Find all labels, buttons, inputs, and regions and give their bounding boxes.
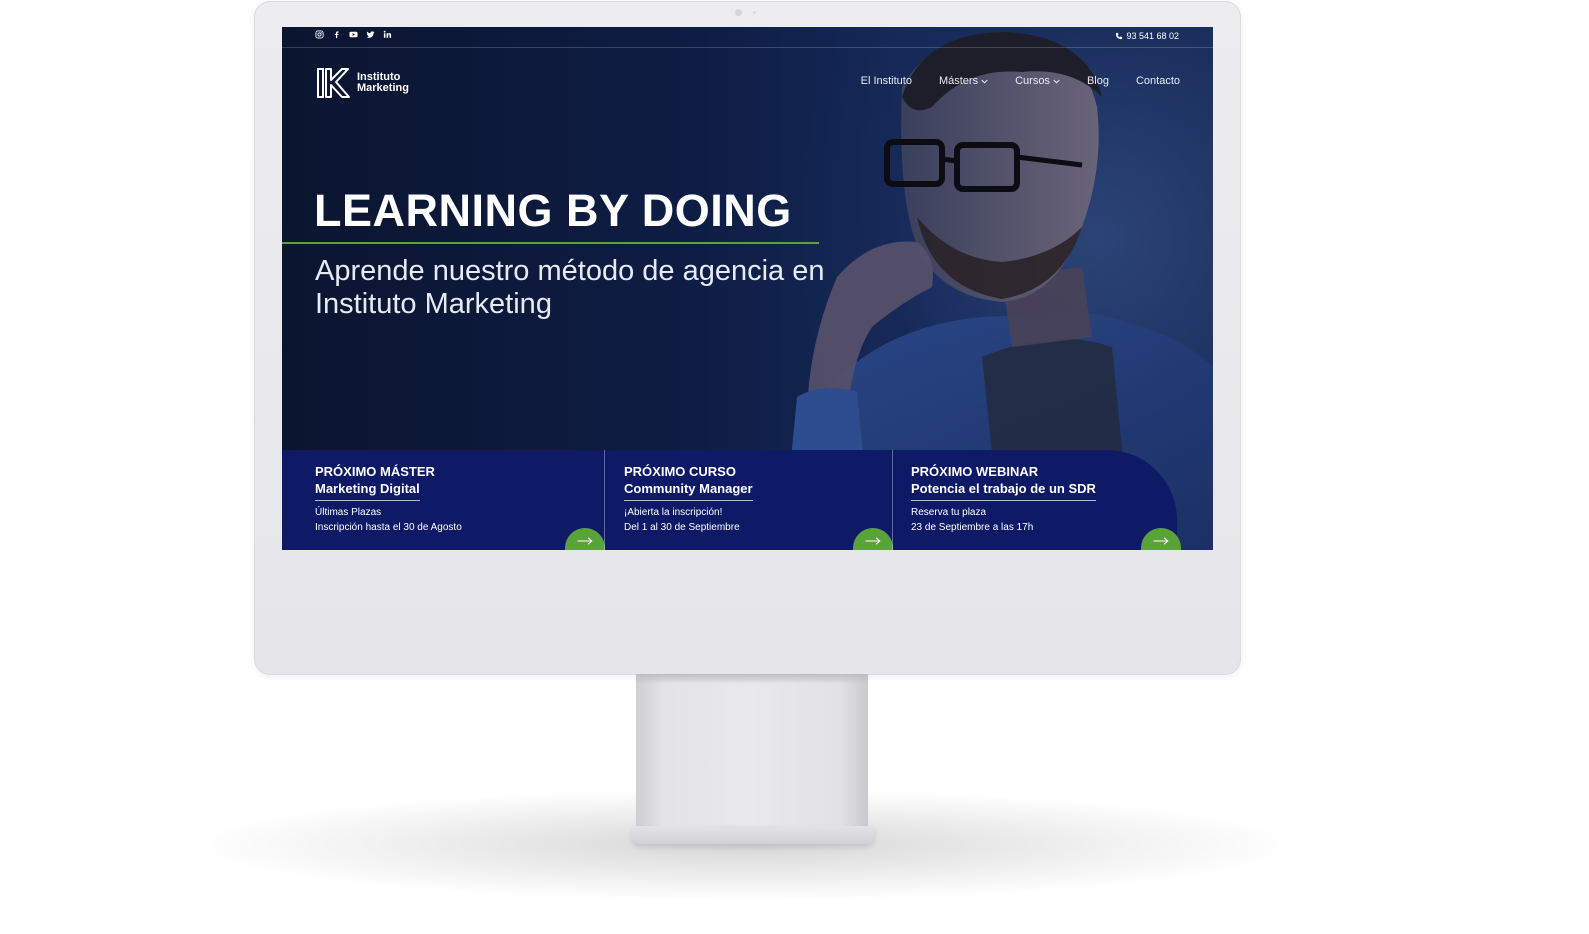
- card-eyebrow: PRÓXIMO WEBINAR: [911, 464, 1039, 479]
- hero-divider: [282, 242, 819, 244]
- logo-line-2: Marketing: [357, 82, 409, 94]
- arrow-right-icon: [865, 537, 881, 545]
- logo-mark-icon: [317, 68, 350, 98]
- card-detail: Del 1 al 30 de Septiembre: [624, 522, 740, 533]
- card-detail: ¡Abierta la inscripción!: [624, 507, 723, 518]
- card-title: Marketing Digital: [315, 481, 420, 501]
- card-title: Community Manager: [624, 481, 753, 501]
- card-detail: 23 de Septiembre a las 17h: [911, 522, 1034, 533]
- arrow-right-icon: [1153, 537, 1169, 545]
- site-logo[interactable]: Instituto Marketing: [315, 67, 409, 99]
- main-navigation: El Instituto Másters Cursos Blog Contact…: [861, 74, 1180, 88]
- nav-item-masters[interactable]: Másters: [939, 74, 988, 88]
- chevron-down-icon: [981, 79, 988, 84]
- linkedin-icon[interactable]: [383, 30, 392, 39]
- monitor-stand-base: [632, 826, 874, 844]
- nav-item-cursos[interactable]: Cursos: [1015, 74, 1060, 88]
- card-detail: Reserva tu plaza: [911, 507, 987, 518]
- arrow-right-icon: [577, 537, 593, 545]
- website-screen: 93 541 68 02 Instituto Marketing El Inst…: [282, 27, 1213, 550]
- instagram-icon[interactable]: [315, 30, 324, 39]
- card-next-webinar[interactable]: PRÓXIMO WEBINAR Potencia el trabajo de u…: [892, 450, 1213, 550]
- card-eyebrow: PRÓXIMO MÁSTER: [315, 464, 435, 479]
- logo-text: Instituto Marketing: [357, 72, 409, 94]
- social-links: [315, 30, 392, 39]
- card-title: Potencia el trabajo de un SDR: [911, 481, 1096, 501]
- upcoming-cards: PRÓXIMO MÁSTER Marketing Digital Últimas…: [282, 450, 1213, 550]
- card-next-course[interactable]: PRÓXIMO CURSO Community Manager ¡Abierta…: [604, 450, 893, 550]
- hero-title: LEARNING BY DOING: [314, 185, 792, 236]
- camera: [735, 9, 742, 16]
- top-bar: 93 541 68 02: [282, 27, 1213, 48]
- nav-label: Blog: [1086, 75, 1109, 87]
- nav-label: Cursos: [1015, 75, 1050, 87]
- card-next-master[interactable]: PRÓXIMO MÁSTER Marketing Digital Últimas…: [282, 450, 605, 550]
- nav-label: Másters: [938, 75, 979, 87]
- camera-sensor: [753, 11, 756, 14]
- nav-label: El Instituto: [860, 75, 912, 87]
- nav-label: Contacto: [1135, 75, 1180, 87]
- nav-item-contacto[interactable]: Contacto: [1136, 74, 1180, 88]
- card-arrow-button[interactable]: [853, 528, 893, 550]
- card-detail: Inscripción hasta el 30 de Agosto: [315, 522, 462, 533]
- youtube-icon[interactable]: [349, 30, 358, 39]
- monitor-stand: [636, 674, 868, 832]
- phone-contact[interactable]: 93 541 68 02: [1115, 30, 1179, 42]
- nav-item-blog[interactable]: Blog: [1087, 74, 1109, 88]
- nav-item-el-instituto[interactable]: El Instituto: [861, 74, 912, 88]
- phone-number: 93 541 68 02: [1126, 31, 1179, 41]
- phone-icon: [1116, 32, 1123, 40]
- monitor-stand-shadow: [636, 674, 868, 684]
- facebook-icon[interactable]: [332, 30, 341, 39]
- twitter-icon[interactable]: [366, 30, 375, 39]
- hero-subtitle: Aprende nuestro método de agencia en Ins…: [315, 255, 825, 320]
- card-arrow-button[interactable]: [565, 528, 605, 550]
- card-arrow-button[interactable]: [1141, 528, 1181, 550]
- card-eyebrow: PRÓXIMO CURSO: [624, 464, 736, 479]
- card-detail: Últimas Plazas: [315, 507, 382, 518]
- chevron-down-icon: [1053, 79, 1060, 84]
